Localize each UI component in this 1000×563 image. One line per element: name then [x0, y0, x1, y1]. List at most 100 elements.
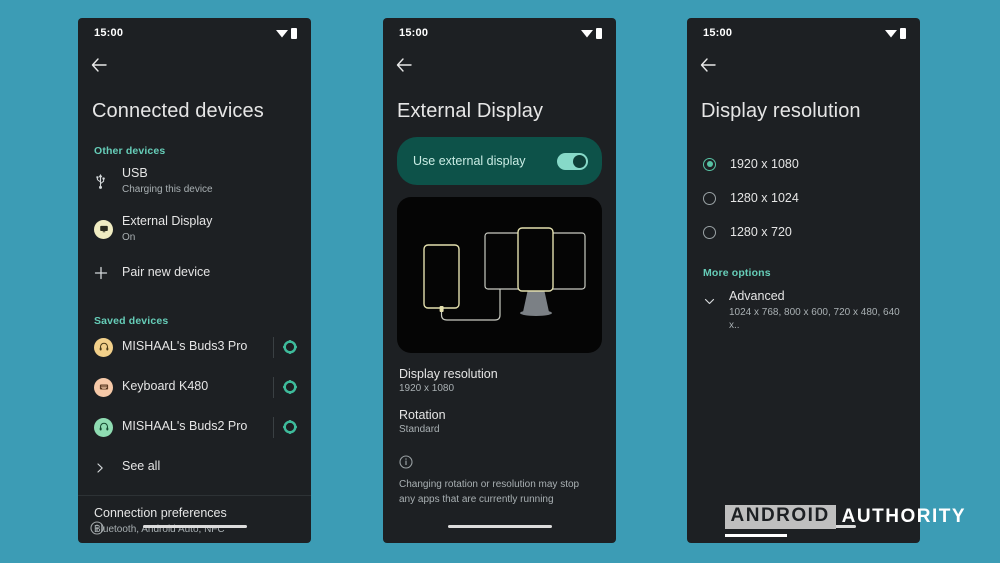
resolution-option-1920x1080[interactable]: 1920 x 1080 — [687, 147, 920, 181]
status-bar-icons — [276, 27, 297, 39]
phone-screen-connected-devices: 15:00 Connected devices Other devices US… — [78, 18, 311, 543]
list-item-title: MISHAAL's Buds3 Pro — [122, 339, 248, 354]
back-arrow-icon[interactable] — [699, 56, 717, 74]
toggle-label: Use external display — [413, 154, 526, 168]
list-item-title: Keyboard K480 — [122, 379, 209, 394]
list-item-text: MISHAAL's Buds3 Pro — [122, 339, 273, 355]
row-divider — [273, 416, 274, 438]
status-bar-icons — [581, 27, 602, 39]
external-display-icon-wrap — [94, 219, 120, 239]
radio-button-selected[interactable] — [703, 157, 716, 171]
gear-icon[interactable] — [283, 380, 297, 395]
gear-icon[interactable] — [283, 340, 297, 355]
usb-icon — [94, 173, 120, 189]
display-resolution-title: Display resolution — [399, 367, 498, 381]
section-label-saved-devices: Saved devices — [94, 315, 169, 328]
info-icon — [399, 455, 413, 469]
back-button-row[interactable] — [687, 48, 920, 82]
chevron-down-icon[interactable] — [703, 295, 716, 313]
list-item-usb[interactable]: USB Charging this device — [78, 157, 311, 205]
gesture-nav-bar[interactable] — [687, 509, 920, 543]
status-bar-icons — [885, 27, 906, 39]
row-divider — [273, 336, 274, 358]
section-label-other-devices: Other devices — [94, 145, 166, 157]
chevron-right-icon — [94, 461, 120, 473]
list-item-see-all[interactable]: See all — [78, 447, 311, 487]
status-bar: 15:00 — [383, 18, 616, 48]
status-bar-clock: 15:00 — [703, 27, 733, 39]
headphones-icon-wrap — [94, 417, 120, 437]
battery-icon — [900, 27, 906, 39]
external-display-icon — [94, 219, 113, 239]
list-item-external-display[interactable]: External Display On — [78, 205, 311, 253]
list-item-text: Pair new device — [122, 265, 297, 281]
phone-screen-display-resolution: 15:00 Display resolution 1920 x 1080 128… — [687, 18, 920, 543]
rotation-value: Standard — [399, 424, 440, 435]
page-title: Display resolution — [701, 100, 861, 122]
radio-button[interactable] — [703, 225, 716, 239]
display-resolution-value: 1920 x 1080 — [399, 383, 455, 394]
list-item-saved-device[interactable]: MISHAAL's Buds2 Pro — [78, 407, 311, 447]
resolution-option-1280x720[interactable]: 1280 x 720 — [687, 215, 920, 249]
radio-button[interactable] — [703, 191, 716, 205]
gesture-bar-handle[interactable] — [447, 524, 552, 528]
status-bar: 15:00 — [687, 18, 920, 48]
list-item-saved-device[interactable]: Keyboard K480 — [78, 367, 311, 407]
headphones-icon-wrap — [94, 337, 120, 357]
battery-icon — [596, 27, 602, 39]
wifi-icon — [276, 28, 288, 38]
plus-icon — [94, 266, 120, 280]
resolution-option-1280x1024[interactable]: 1280 x 1024 — [687, 181, 920, 215]
back-arrow-icon[interactable] — [90, 56, 108, 74]
wifi-icon — [581, 28, 593, 38]
gesture-nav-bar[interactable] — [383, 509, 616, 543]
list-item-text: See all — [122, 459, 297, 475]
status-bar-clock: 15:00 — [94, 27, 124, 39]
list-item-text: External Display On — [122, 214, 297, 244]
row-divider — [273, 376, 274, 398]
resolution-option-label: 1280 x 1024 — [730, 191, 799, 205]
back-button-row[interactable] — [78, 48, 311, 82]
back-arrow-icon[interactable] — [395, 56, 413, 74]
list-item-text: MISHAAL's Buds2 Pro — [122, 419, 273, 435]
rotation-warning-note: Changing rotation or resolution may stop… — [399, 479, 580, 505]
back-button-row[interactable] — [383, 48, 616, 82]
section-label-more-options: More options — [703, 267, 771, 279]
external-display-illustration — [397, 197, 602, 353]
page-title: External Display — [397, 100, 544, 122]
list-item-trailing — [273, 416, 297, 438]
keyboard-icon-wrap — [94, 377, 120, 397]
list-item-subtitle: On — [122, 231, 136, 243]
rotation-row[interactable]: Rotation Standard — [383, 394, 616, 435]
list-item-pair-new-device[interactable]: Pair new device — [78, 253, 311, 293]
status-bar: 15:00 — [78, 18, 311, 48]
status-bar-clock: 15:00 — [399, 27, 429, 39]
phone-connected-to-monitor-illustration — [423, 227, 586, 321]
list-item-saved-device[interactable]: MISHAAL's Buds3 Pro — [78, 327, 311, 367]
headphones-icon — [94, 337, 113, 357]
rotation-title: Rotation — [399, 408, 446, 422]
display-resolution-row[interactable]: Display resolution 1920 x 1080 — [383, 353, 616, 394]
screenshot-stage: 15:00 Connected devices Other devices US… — [0, 0, 1000, 563]
advanced-text-block: Advanced 1024 x 768, 800 x 600, 720 x 48… — [729, 289, 906, 333]
list-item-title: External Display — [122, 214, 213, 229]
keyboard-icon — [94, 377, 113, 397]
list-item-trailing — [273, 336, 297, 358]
use-external-display-toggle-card[interactable]: Use external display — [397, 137, 602, 185]
list-item-title: Pair new device — [122, 265, 211, 280]
gesture-bar-handle[interactable] — [751, 524, 856, 528]
list-item-text: USB Charging this device — [122, 166, 297, 196]
gesture-nav-bar[interactable] — [78, 509, 311, 543]
gesture-bar-handle[interactable] — [142, 524, 247, 528]
advanced-title: Advanced — [729, 289, 785, 303]
page-title: Connected devices — [92, 100, 264, 122]
list-item-title: MISHAAL's Buds2 Pro — [122, 419, 248, 434]
resolution-option-label: 1280 x 720 — [730, 225, 792, 239]
advanced-expander-row[interactable]: Advanced 1024 x 768, 800 x 600, 720 x 48… — [687, 279, 920, 333]
gear-icon[interactable] — [283, 420, 297, 435]
list-item-text: Keyboard K480 — [122, 379, 273, 395]
battery-icon — [291, 27, 297, 39]
use-external-display-switch[interactable] — [557, 152, 588, 170]
headphones-icon — [94, 417, 113, 437]
phone-screen-external-display: 15:00 External Display Use external disp… — [383, 18, 616, 543]
